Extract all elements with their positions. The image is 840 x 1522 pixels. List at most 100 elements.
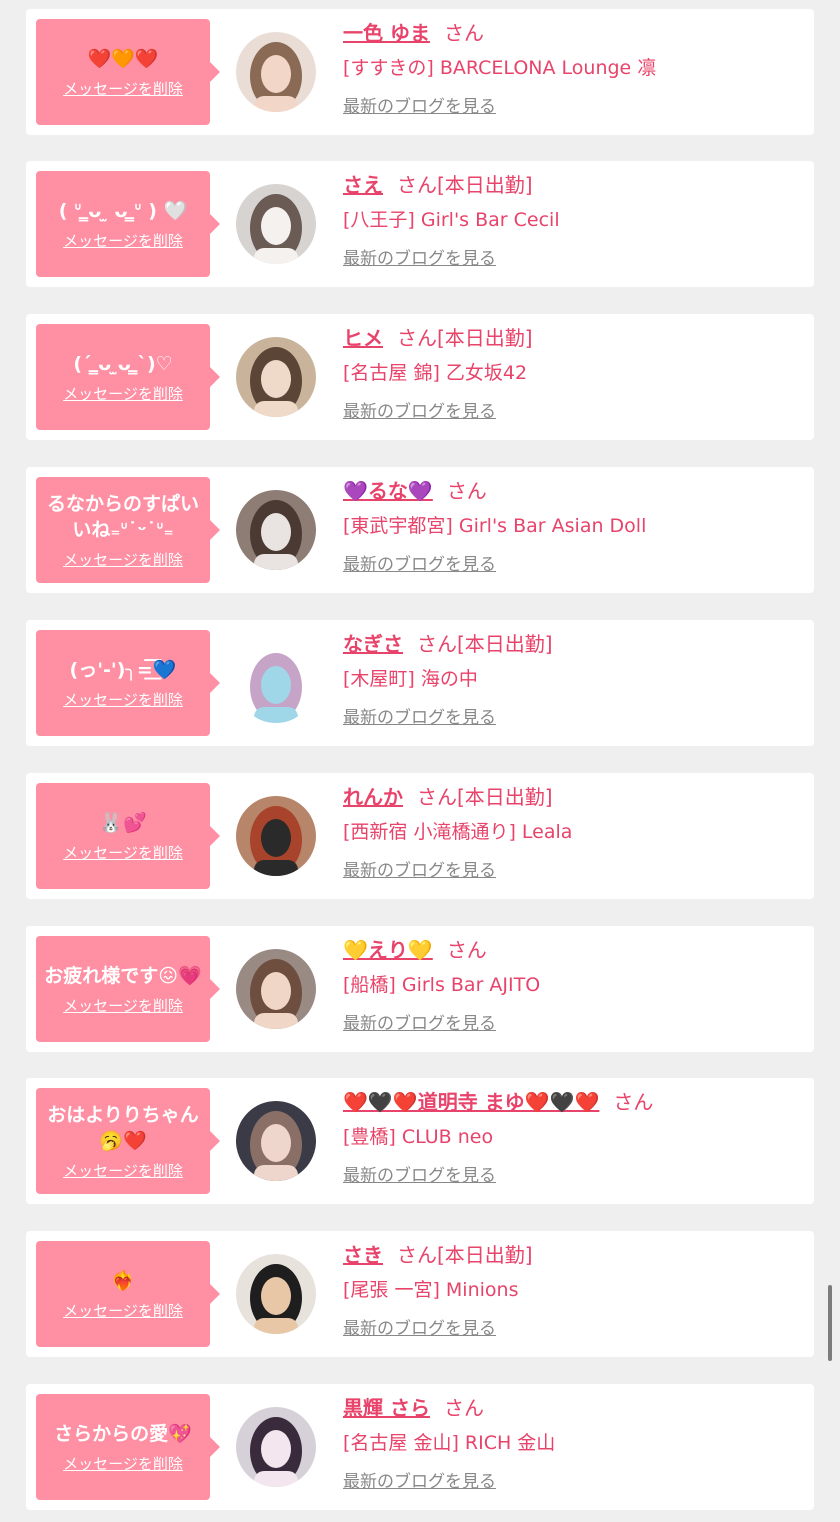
- delete-message-link[interactable]: メッセージを削除: [63, 1162, 183, 1180]
- message-text: (っ'-')╮=͟͟͞͞💙: [69, 659, 177, 681]
- cast-name-link[interactable]: さき: [343, 1243, 383, 1267]
- latest-blog-link[interactable]: 最新のブログを見る: [343, 861, 496, 881]
- avatar[interactable]: [236, 490, 316, 570]
- name-line: ヒメ さん[本日出勤]: [343, 326, 804, 350]
- message-bubble: るなからのすぱいいね₌ᐡ˙ᵕ˙ᐡ₌ メッセージを削除: [36, 477, 220, 583]
- message-bubble: 🐰💕 メッセージを削除: [36, 783, 220, 889]
- message-text: さらからの愛💖: [54, 1423, 192, 1445]
- name-line: 黒輝 さら さん: [343, 1396, 804, 1420]
- shop-name: [名古屋 錦] 乙女坂42: [343, 362, 528, 384]
- san-suffix: さん: [443, 1396, 484, 1420]
- cast-info: さえ さん[本日出勤] [八王子] Girl's Bar Cecil 最新のブログ…: [343, 173, 804, 269]
- list-item: るなからのすぱいいね₌ᐡ˙ᵕ˙ᐡ₌ メッセージを削除 💜るな💜 さん [東武宇都宮…: [26, 467, 814, 593]
- san-suffix: さん: [397, 326, 437, 350]
- avatar[interactable]: [236, 1254, 316, 1334]
- san-suffix: さん: [446, 479, 487, 503]
- delete-message-link[interactable]: メッセージを削除: [63, 232, 183, 250]
- cast-name-link[interactable]: なぎさ: [343, 632, 403, 656]
- avatar[interactable]: [236, 949, 316, 1029]
- shop-name: [名古屋 金山] RICH 金山: [343, 1432, 556, 1454]
- cast-name-link[interactable]: 黒輝 さら: [343, 1396, 430, 1420]
- message-bubble: さらからの愛💖 メッセージを削除: [36, 1394, 220, 1500]
- avatar-image: [236, 643, 316, 723]
- message-text: ❤️‍🔥: [111, 1270, 135, 1292]
- cast-name-link[interactable]: れんか: [343, 785, 403, 809]
- avatar[interactable]: [236, 337, 316, 417]
- delete-message-link[interactable]: メッセージを削除: [63, 80, 183, 98]
- latest-blog-link[interactable]: 最新のブログを見る: [343, 402, 496, 422]
- cast-name-link[interactable]: 💛えり💛: [343, 938, 433, 962]
- cast-info: 💜るな💜 さん [東武宇都宮] Girl's Bar Asian Doll 最新の…: [343, 479, 804, 575]
- shop-name: [船橋] Girls Bar AJITO: [343, 974, 541, 996]
- san-suffix: さん: [613, 1090, 654, 1114]
- message-bubble: (っ'-')╮=͟͟͞͞💙 メッセージを削除: [36, 630, 220, 736]
- name-line: さえ さん[本日出勤]: [343, 173, 804, 197]
- list-item: ❤️‍🔥 メッセージを削除 さき さん[本日出勤] [尾張 一宮] Minions…: [26, 1231, 814, 1357]
- latest-blog-link[interactable]: 最新のブログを見る: [343, 1319, 496, 1339]
- name-line: れんか さん[本日出勤]: [343, 785, 804, 809]
- avatar-image: [236, 32, 316, 112]
- cast-info: 一色 ゆま さん [すすきの] BARCELONA Lounge 凛 最新のブログ…: [343, 21, 804, 117]
- delete-message-link[interactable]: メッセージを削除: [63, 385, 183, 403]
- avatar-image: [236, 1101, 316, 1181]
- latest-blog-link[interactable]: 最新のブログを見る: [343, 708, 496, 728]
- latest-blog-link[interactable]: 最新のブログを見る: [343, 555, 496, 575]
- cast-name-link[interactable]: さえ: [343, 173, 383, 197]
- message-bubble: ❤️‍🔥 メッセージを削除: [36, 1241, 220, 1347]
- list-item: お疲れ様です😖💗 メッセージを削除 💛えり💛 さん [船橋] Girls Bar …: [26, 926, 814, 1052]
- shop-name: [八王子] Girl's Bar Cecil: [343, 209, 560, 231]
- name-line: なぎさ さん[本日出勤]: [343, 632, 804, 656]
- shop-name: [尾張 一宮] Minions: [343, 1279, 519, 1301]
- avatar[interactable]: [236, 184, 316, 264]
- latest-blog-link[interactable]: 最新のブログを見る: [343, 1472, 496, 1492]
- attendance-status: [本日出勤]: [437, 326, 533, 350]
- avatar[interactable]: [236, 1407, 316, 1487]
- latest-blog-link[interactable]: 最新のブログを見る: [343, 249, 496, 269]
- san-suffix: さん: [417, 632, 457, 656]
- avatar-image: [236, 184, 316, 264]
- cast-info: ヒメ さん[本日出勤] [名古屋 錦] 乙女坂42 最新のブログを見る: [343, 326, 804, 422]
- avatar-image: [236, 796, 316, 876]
- list-item: 🐰💕 メッセージを削除 れんか さん[本日出勤] [西新宿 小滝橋通り] Leal…: [26, 773, 814, 899]
- latest-blog-link[interactable]: 最新のブログを見る: [343, 1166, 496, 1186]
- san-suffix: さん: [443, 21, 484, 45]
- message-bubble: ❤️🧡❤️ メッセージを削除: [36, 19, 220, 125]
- avatar[interactable]: [236, 796, 316, 876]
- delete-message-link[interactable]: メッセージを削除: [63, 1455, 183, 1473]
- message-bubble: ( ᐡ ̳ᴗ ̫ ᴗ ̳ᐡ ) 🤍 メッセージを削除: [36, 171, 220, 277]
- message-text: ( ᐡ ̳ᴗ ̫ ᴗ ̳ᐡ ) 🤍: [58, 200, 188, 222]
- list-item: おはよりりちゃん🥱❤️ メッセージを削除 ❤️🖤❤️道明寺 まゆ❤️🖤❤️ さん …: [26, 1078, 814, 1204]
- avatar-image: [236, 949, 316, 1029]
- latest-blog-link[interactable]: 最新のブログを見る: [343, 97, 496, 117]
- list-item: (ˊ ̳ᴗ ̫ᴗ ̳ˋ)♡ メッセージを削除 ヒメ さん[本日出勤] [名古屋 錦…: [26, 314, 814, 440]
- avatar-image: [236, 1407, 316, 1487]
- latest-blog-link[interactable]: 最新のブログを見る: [343, 1014, 496, 1034]
- scrollbar[interactable]: [828, 1285, 832, 1361]
- name-line: 一色 ゆま さん: [343, 21, 804, 45]
- avatar[interactable]: [236, 643, 316, 723]
- message-text: 🐰💕: [99, 812, 147, 834]
- cast-name-link[interactable]: ヒメ: [343, 326, 383, 350]
- cast-info: 💛えり💛 さん [船橋] Girls Bar AJITO 最新のブログを見る: [343, 938, 804, 1034]
- cast-info: なぎさ さん[本日出勤] [木屋町] 海の中 最新のブログを見る: [343, 632, 804, 728]
- list-item: ( ᐡ ̳ᴗ ̫ ᴗ ̳ᐡ ) 🤍 メッセージを削除 さえ さん[本日出勤] [八…: [26, 161, 814, 287]
- avatar-image: [236, 1254, 316, 1334]
- message-bubble: おはよりりちゃん🥱❤️ メッセージを削除: [36, 1088, 220, 1194]
- avatar-image: [236, 337, 316, 417]
- avatar-image: [236, 490, 316, 570]
- delete-message-link[interactable]: メッセージを削除: [63, 844, 183, 862]
- cast-name-link[interactable]: 一色 ゆま: [343, 21, 430, 45]
- shop-name: [東武宇都宮] Girl's Bar Asian Doll: [343, 515, 647, 537]
- delete-message-link[interactable]: メッセージを削除: [63, 691, 183, 709]
- cast-info: れんか さん[本日出勤] [西新宿 小滝橋通り] Leala 最新のブログを見る: [343, 785, 804, 881]
- name-line: 💛えり💛 さん: [343, 938, 804, 962]
- delete-message-link[interactable]: メッセージを削除: [63, 1302, 183, 1320]
- shop-name: [西新宿 小滝橋通り] Leala: [343, 821, 573, 843]
- cast-name-link[interactable]: ❤️🖤❤️道明寺 まゆ❤️🖤❤️: [343, 1090, 599, 1114]
- delete-message-link[interactable]: メッセージを削除: [63, 551, 183, 569]
- delete-message-link[interactable]: メッセージを削除: [63, 997, 183, 1015]
- shop-name: [木屋町] 海の中: [343, 668, 478, 690]
- avatar[interactable]: [236, 1101, 316, 1181]
- cast-name-link[interactable]: 💜るな💜: [343, 479, 433, 503]
- avatar[interactable]: [236, 32, 316, 112]
